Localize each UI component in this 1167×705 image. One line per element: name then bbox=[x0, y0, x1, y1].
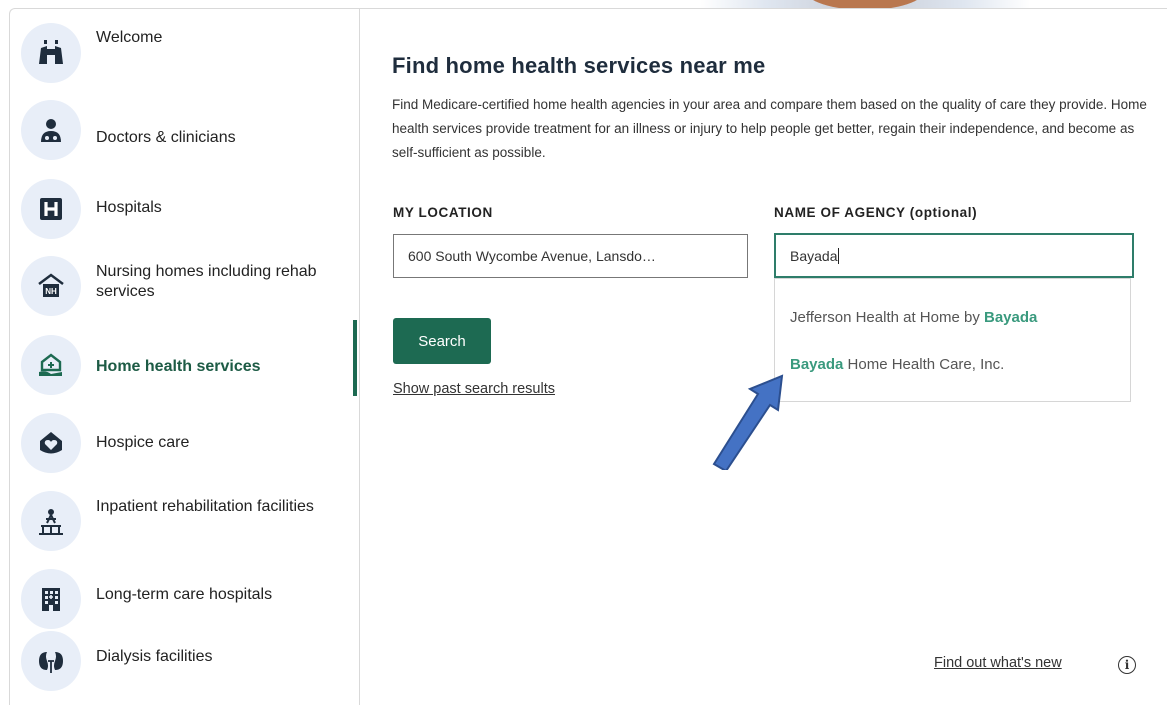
kidney-icon bbox=[21, 631, 81, 691]
doctor-icon bbox=[21, 100, 81, 160]
agency-suggestions: Jefferson Health at Home by Bayada Bayad… bbox=[774, 278, 1131, 402]
sidebar-item-hospitals[interactable]: Hospitals bbox=[10, 179, 359, 239]
sidebar-item-label: Hospitals bbox=[96, 199, 162, 216]
agency-input-value: Bayada bbox=[790, 247, 838, 264]
building-icon bbox=[21, 569, 81, 629]
sidebar-item-inpatient-rehab[interactable]: Inpatient rehabilitation facilities bbox=[10, 491, 359, 551]
suggestion-match: Bayada bbox=[790, 356, 844, 373]
sidebar-item-label: Dialysis facilities bbox=[96, 648, 213, 665]
main-content: Find home health services near me Find M… bbox=[392, 0, 1162, 705]
annotation-arrow bbox=[712, 374, 784, 470]
sidebar-item-long-term-care[interactable]: Long-term care hospitals bbox=[10, 569, 359, 629]
info-icon[interactable]: i bbox=[1118, 656, 1136, 674]
suggestion-item[interactable]: Bayada Home Health Care, Inc. bbox=[790, 356, 1004, 373]
sidebar-item-welcome[interactable]: Welcome bbox=[10, 23, 359, 83]
agency-input[interactable]: Bayada bbox=[774, 233, 1134, 278]
suggestion-item[interactable]: Jefferson Health at Home by Bayada bbox=[790, 309, 1037, 326]
sidebar-item-label: Inpatient rehabilitation facilities bbox=[96, 498, 314, 515]
hospital-h-icon bbox=[21, 179, 81, 239]
sidebar-item-doctors[interactable]: Doctors & clinicians bbox=[10, 100, 359, 160]
sidebar-nav: Welcome Doctors & clinicians Hospitals N… bbox=[10, 9, 360, 705]
whats-new-link[interactable]: Find out what's new bbox=[934, 655, 1062, 671]
active-indicator bbox=[353, 320, 357, 396]
nursing-home-icon: NH bbox=[21, 256, 81, 316]
page-title: Find home health services near me bbox=[392, 53, 766, 78]
sidebar-item-label: Nursing homes including rehab services bbox=[96, 263, 317, 300]
binoculars-icon bbox=[21, 23, 81, 83]
sidebar-item-home-health[interactable]: Home health services bbox=[10, 335, 359, 395]
search-button[interactable]: Search bbox=[393, 318, 491, 364]
sidebar-item-hospice[interactable]: Hospice care bbox=[10, 413, 359, 473]
location-label: MY LOCATION bbox=[393, 205, 493, 220]
rehab-facility-icon bbox=[21, 491, 81, 551]
sidebar-item-label: Long-term care hospitals bbox=[96, 586, 273, 603]
hospice-heart-icon bbox=[21, 413, 81, 473]
past-search-results-link[interactable]: Show past search results bbox=[393, 381, 555, 397]
suggestion-text: Jefferson Health at Home by bbox=[790, 309, 984, 326]
page-description: Find Medicare-certified home health agen… bbox=[392, 97, 1147, 160]
sidebar-item-label: Hospice care bbox=[96, 434, 190, 451]
sidebar-item-dialysis[interactable]: Dialysis facilities bbox=[10, 631, 359, 691]
suggestion-text: Home Health Care, Inc. bbox=[843, 356, 1005, 373]
svg-text:NH: NH bbox=[45, 287, 57, 296]
suggestion-match: Bayada bbox=[984, 309, 1038, 326]
sidebar-item-nursing-homes[interactable]: NH Nursing homes including rehab service… bbox=[10, 256, 359, 316]
sidebar-item-label: Doctors & clinicians bbox=[96, 129, 236, 146]
sidebar-item-label: Welcome bbox=[96, 29, 163, 46]
agency-label: NAME OF AGENCY (optional) bbox=[774, 205, 978, 220]
location-input[interactable]: 600 South Wycombe Avenue, Lansdo… bbox=[393, 234, 748, 278]
sidebar-item-label: Home health services bbox=[96, 358, 261, 375]
home-health-icon bbox=[21, 335, 81, 395]
text-cursor bbox=[838, 247, 840, 264]
